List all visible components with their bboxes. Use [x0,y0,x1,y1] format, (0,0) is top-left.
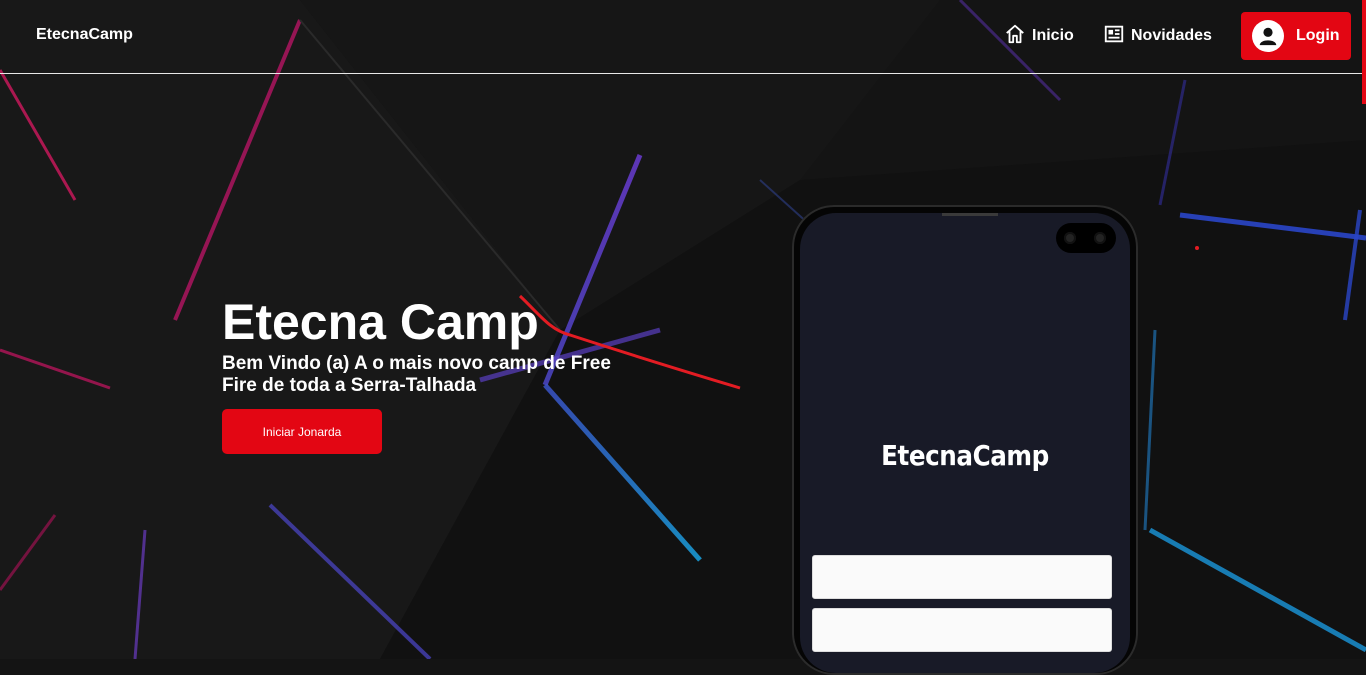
phone-input-1[interactable] [812,555,1112,599]
nav-link-novidades[interactable]: Novidades [1103,24,1212,48]
nav-link-inicio[interactable]: Inicio [1004,24,1074,48]
phone-screen: EtecnaCamp [800,213,1130,673]
start-journey-button[interactable]: Iniciar Jonarda [222,409,382,454]
nav-link-label: Inicio [1032,27,1074,44]
hero-title: Etecna Camp [222,294,539,350]
phone-mockup: EtecnaCamp [792,205,1138,675]
scrollbar-thumb[interactable] [1362,0,1366,104]
nav-link-label: Novidades [1131,27,1212,44]
user-avatar-icon [1252,20,1284,52]
camera-icon [1056,223,1116,253]
login-button[interactable]: Login [1241,12,1351,60]
newspaper-icon [1103,23,1125,50]
camera-lens [1094,232,1106,244]
phone-brand-title: EtecnaCamp [881,439,1049,472]
home-icon [1004,23,1026,50]
phone-speaker [942,213,998,216]
hero-subtitle: Bem Vindo (a) A o mais novo camp de Free… [222,353,611,396]
navbar: EtecnaCamp Inicio Novidades Login [0,0,1362,74]
camera-lens [1064,232,1076,244]
login-label: Login [1296,27,1340,44]
brand-logo[interactable]: EtecnaCamp [36,26,133,44]
background-graphic [0,0,1366,659]
phone-input-2[interactable] [812,608,1112,652]
